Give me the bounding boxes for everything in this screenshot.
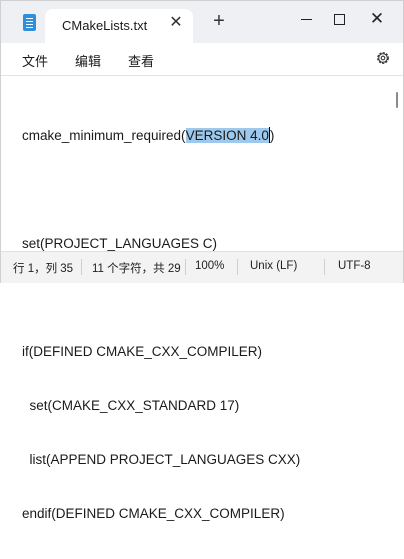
divider [81, 259, 82, 275]
code-line-text: ) [269, 128, 275, 143]
tab-title: CMakeLists.txt [62, 18, 148, 33]
code-line-text: cmake_minimum_required( [22, 128, 186, 143]
minimize-icon [300, 18, 312, 20]
notepad-app-icon [23, 14, 36, 31]
code-line: endif(DEFINED CMAKE_CXX_COMPILER) [22, 506, 285, 521]
title-bar: CMakeLists.txt ✕ + ✕ [1, 1, 403, 43]
code-line: list(APPEND PROJECT_LANGUAGES CXX) [22, 452, 301, 467]
plus-icon[interactable]: + [209, 11, 229, 31]
minimize-button[interactable] [291, 7, 321, 31]
selected-text: VERSION 4.0 [185, 128, 269, 143]
code-text: cmake_minimum_required(VERSION 4.0) set(… [22, 91, 300, 559]
code-line: if(DEFINED CMAKE_CXX_COMPILER) [22, 344, 263, 359]
divider [185, 259, 186, 275]
maximize-button[interactable] [324, 7, 354, 31]
cursor-position: 行 1，列 35 [13, 263, 74, 275]
encoding[interactable]: UTF-8 [338, 260, 371, 272]
notepad-window: CMakeLists.txt ✕ + ✕ 文件 编辑 查看 cmake_mini… [0, 0, 404, 521]
selection-count: 11 个字符，共 29 [92, 263, 181, 275]
menu-file[interactable]: 文件 [22, 51, 48, 70]
status-bar: 行 1，列 35 11 个字符，共 29 100% Unix (LF) UTF-… [1, 251, 403, 283]
code-line: set(CMAKE_CXX_STANDARD 17) [22, 398, 240, 413]
menu-view[interactable]: 查看 [128, 51, 154, 70]
close-window-button[interactable]: ✕ [362, 7, 392, 31]
gear-icon[interactable] [375, 50, 391, 66]
text-editor[interactable]: cmake_minimum_required(VERSION 4.0) set(… [1, 75, 403, 521]
maximize-icon [333, 13, 345, 25]
divider [324, 259, 325, 275]
divider [237, 259, 238, 275]
line-ending[interactable]: Unix (LF) [250, 260, 297, 272]
close-icon[interactable]: ✕ [167, 14, 185, 32]
vertical-scrollbar[interactable] [396, 92, 398, 108]
menu-edit[interactable]: 编辑 [75, 51, 101, 70]
code-line: cmake_minimum_required(VERSION 4.0) [22, 127, 300, 145]
tab-cmakelists[interactable]: CMakeLists.txt ✕ [45, 9, 193, 43]
menu-bar: 文件 编辑 查看 [1, 43, 403, 75]
zoom-level[interactable]: 100% [195, 260, 224, 272]
